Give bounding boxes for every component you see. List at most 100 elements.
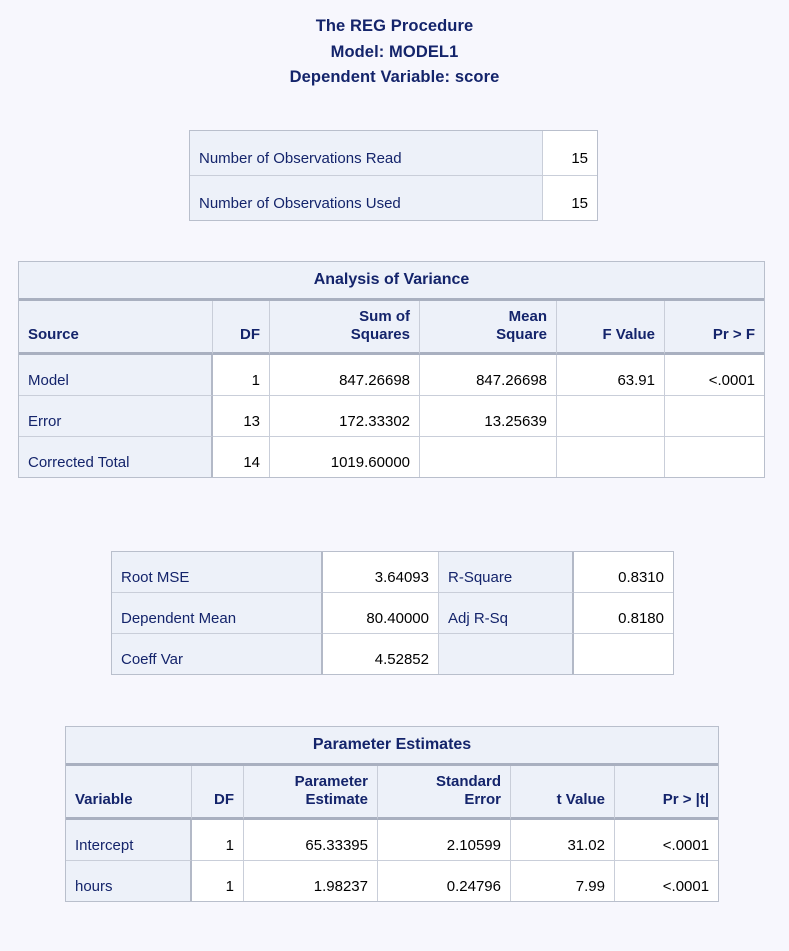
parameter-estimates-header-row: Variable DF Parameter Estimate Standard …: [66, 766, 719, 820]
anova-error-ss: 172.33302: [270, 395, 420, 437]
pe-col-pr-t: Pr > |t|: [615, 766, 719, 820]
anova-total-df: 14: [213, 436, 270, 477]
fit-empty-value: [574, 634, 673, 674]
pe-col-variable-label: Variable: [75, 791, 133, 809]
parameter-estimates-caption-row: Parameter Estimates: [66, 727, 719, 766]
pe-col-estimate-line1: Parameter: [294, 773, 368, 790]
anova-col-mean-square: Mean Square: [420, 301, 557, 355]
pe-intercept-t: 31.02: [511, 819, 615, 861]
report-title: The REG Procedure Model: MODEL1 Dependen…: [0, 0, 789, 91]
anova-total-p: [665, 436, 765, 477]
anova-col-source-label: Source: [28, 326, 79, 344]
pe-variable-intercept: Intercept: [66, 819, 192, 861]
pe-col-variable: Variable: [66, 766, 192, 820]
obs-read-label: Number of Observations Read: [190, 131, 543, 176]
anova-model-ms: 847.26698: [420, 354, 557, 396]
anova-error-f: [557, 395, 665, 437]
obs-read-value: 15: [543, 131, 597, 176]
anova-col-df: DF: [213, 301, 270, 355]
anova-caption: Analysis of Variance: [19, 262, 765, 301]
dependent-mean-value: 80.40000: [323, 593, 439, 634]
pe-intercept-estimate: 65.33395: [244, 819, 378, 861]
pe-col-t-label: t Value: [556, 791, 605, 809]
r-square-value: 0.8310: [574, 552, 673, 593]
pe-col-standard-error: Standard Error: [378, 766, 511, 820]
anova-model-df: 1: [213, 354, 270, 396]
dependent-mean-label: Dependent Mean: [112, 593, 323, 634]
pe-col-stderr-line1: Standard: [435, 773, 501, 790]
pe-hours-stderr: 0.24796: [378, 860, 511, 901]
anova-col-ss-line2: Squares: [350, 326, 410, 344]
pe-hours-df: 1: [192, 860, 244, 901]
obs-used-value: 15: [543, 176, 597, 220]
fit-statistics-table-wrapper: Root MSE 3.64093 R-Square 0.8310 Depende…: [111, 551, 674, 675]
table-row: Number of Observations Read 15: [190, 131, 597, 176]
observations-table: Number of Observations Read 15 Number of…: [189, 130, 598, 221]
coeff-var-value: 4.52852: [323, 634, 439, 674]
anova-col-pr-f: Pr > F: [665, 301, 765, 355]
adj-r-sq-label: Adj R-Sq: [439, 593, 574, 634]
table-row: Model 1 847.26698 847.26698 63.91 <.0001: [19, 354, 765, 396]
anova-col-ms-line2: Square: [496, 326, 547, 344]
coeff-var-label: Coeff Var: [112, 634, 323, 674]
parameter-estimates-caption: Parameter Estimates: [66, 727, 719, 766]
table-row: Intercept 1 65.33395 2.10599 31.02 <.000…: [66, 819, 719, 861]
fit-statistics-table: Root MSE 3.64093 R-Square 0.8310 Depende…: [111, 551, 674, 675]
observations-table-wrapper: Number of Observations Read 15 Number of…: [189, 130, 598, 221]
table-row: Coeff Var 4.52852: [112, 634, 673, 674]
table-row: Number of Observations Used 15: [190, 176, 597, 220]
anova-source-corrected-total: Corrected Total: [19, 436, 213, 477]
root-mse-value: 3.64093: [323, 552, 439, 593]
parameter-estimates-table-wrapper: Parameter Estimates Variable DF Paramete…: [65, 726, 720, 902]
pe-col-parameter-estimate: Parameter Estimate: [244, 766, 378, 820]
pe-intercept-stderr: 2.10599: [378, 819, 511, 861]
pe-col-df-label: DF: [214, 791, 234, 809]
anova-col-sum-of-squares: Sum of Squares: [270, 301, 420, 355]
pe-col-prt-label: Pr > |t|: [662, 791, 710, 809]
anova-col-ss-line1: Sum of: [359, 308, 410, 325]
parameter-estimates-table: Parameter Estimates Variable DF Paramete…: [65, 726, 720, 902]
anova-table-wrapper: Analysis of Variance Source DF Sum of Sq…: [18, 261, 766, 478]
table-row: Error 13 172.33302 13.25639: [19, 395, 765, 437]
anova-total-ms: [420, 436, 557, 477]
model-title: Model: MODEL1: [330, 42, 459, 61]
anova-error-ms: 13.25639: [420, 395, 557, 437]
anova-col-prf-label: Pr > F: [712, 326, 756, 344]
root-mse-label: Root MSE: [112, 552, 323, 593]
table-row: Dependent Mean 80.40000 Adj R-Sq 0.8180: [112, 593, 673, 634]
pe-intercept-p: <.0001: [615, 819, 719, 861]
fit-empty-label: [439, 634, 574, 674]
dependent-variable-title: Dependent Variable: score: [289, 68, 500, 87]
pe-hours-estimate: 1.98237: [244, 860, 378, 901]
adj-r-sq-value: 0.8180: [574, 593, 673, 634]
anova-error-p: [665, 395, 765, 437]
pe-col-t-value: t Value: [511, 766, 615, 820]
anova-total-ss: 1019.60000: [270, 436, 420, 477]
anova-col-f-value: F Value: [557, 301, 665, 355]
anova-error-df: 13: [213, 395, 270, 437]
anova-table: Analysis of Variance Source DF Sum of Sq…: [18, 261, 766, 478]
pe-col-stderr-line2: Error: [464, 791, 501, 809]
anova-col-ms-line1: Mean: [508, 308, 547, 325]
anova-col-source: Source: [19, 301, 213, 355]
r-square-label: R-Square: [439, 552, 574, 593]
anova-model-f: 63.91: [557, 354, 665, 396]
pe-col-estimate-line2: Estimate: [305, 791, 368, 809]
pe-hours-t: 7.99: [511, 860, 615, 901]
pe-intercept-df: 1: [192, 819, 244, 861]
anova-model-p: <.0001: [665, 354, 765, 396]
table-row: hours 1 1.98237 0.24796 7.99 <.0001: [66, 860, 719, 901]
anova-source-error: Error: [19, 395, 213, 437]
table-row: Root MSE 3.64093 R-Square 0.8310: [112, 552, 673, 593]
table-row: Corrected Total 14 1019.60000: [19, 436, 765, 477]
sas-output-page: The REG Procedure Model: MODEL1 Dependen…: [0, 0, 789, 951]
pe-hours-p: <.0001: [615, 860, 719, 901]
anova-total-f: [557, 436, 665, 477]
obs-used-label: Number of Observations Used: [190, 176, 543, 220]
anova-header-row: Source DF Sum of Squares Mean Square F V…: [19, 301, 765, 355]
procedure-title: The REG Procedure: [315, 17, 474, 35]
anova-col-f-label: F Value: [602, 326, 655, 344]
anova-source-model: Model: [19, 354, 213, 396]
pe-variable-hours: hours: [66, 860, 192, 901]
pe-col-df: DF: [192, 766, 244, 820]
